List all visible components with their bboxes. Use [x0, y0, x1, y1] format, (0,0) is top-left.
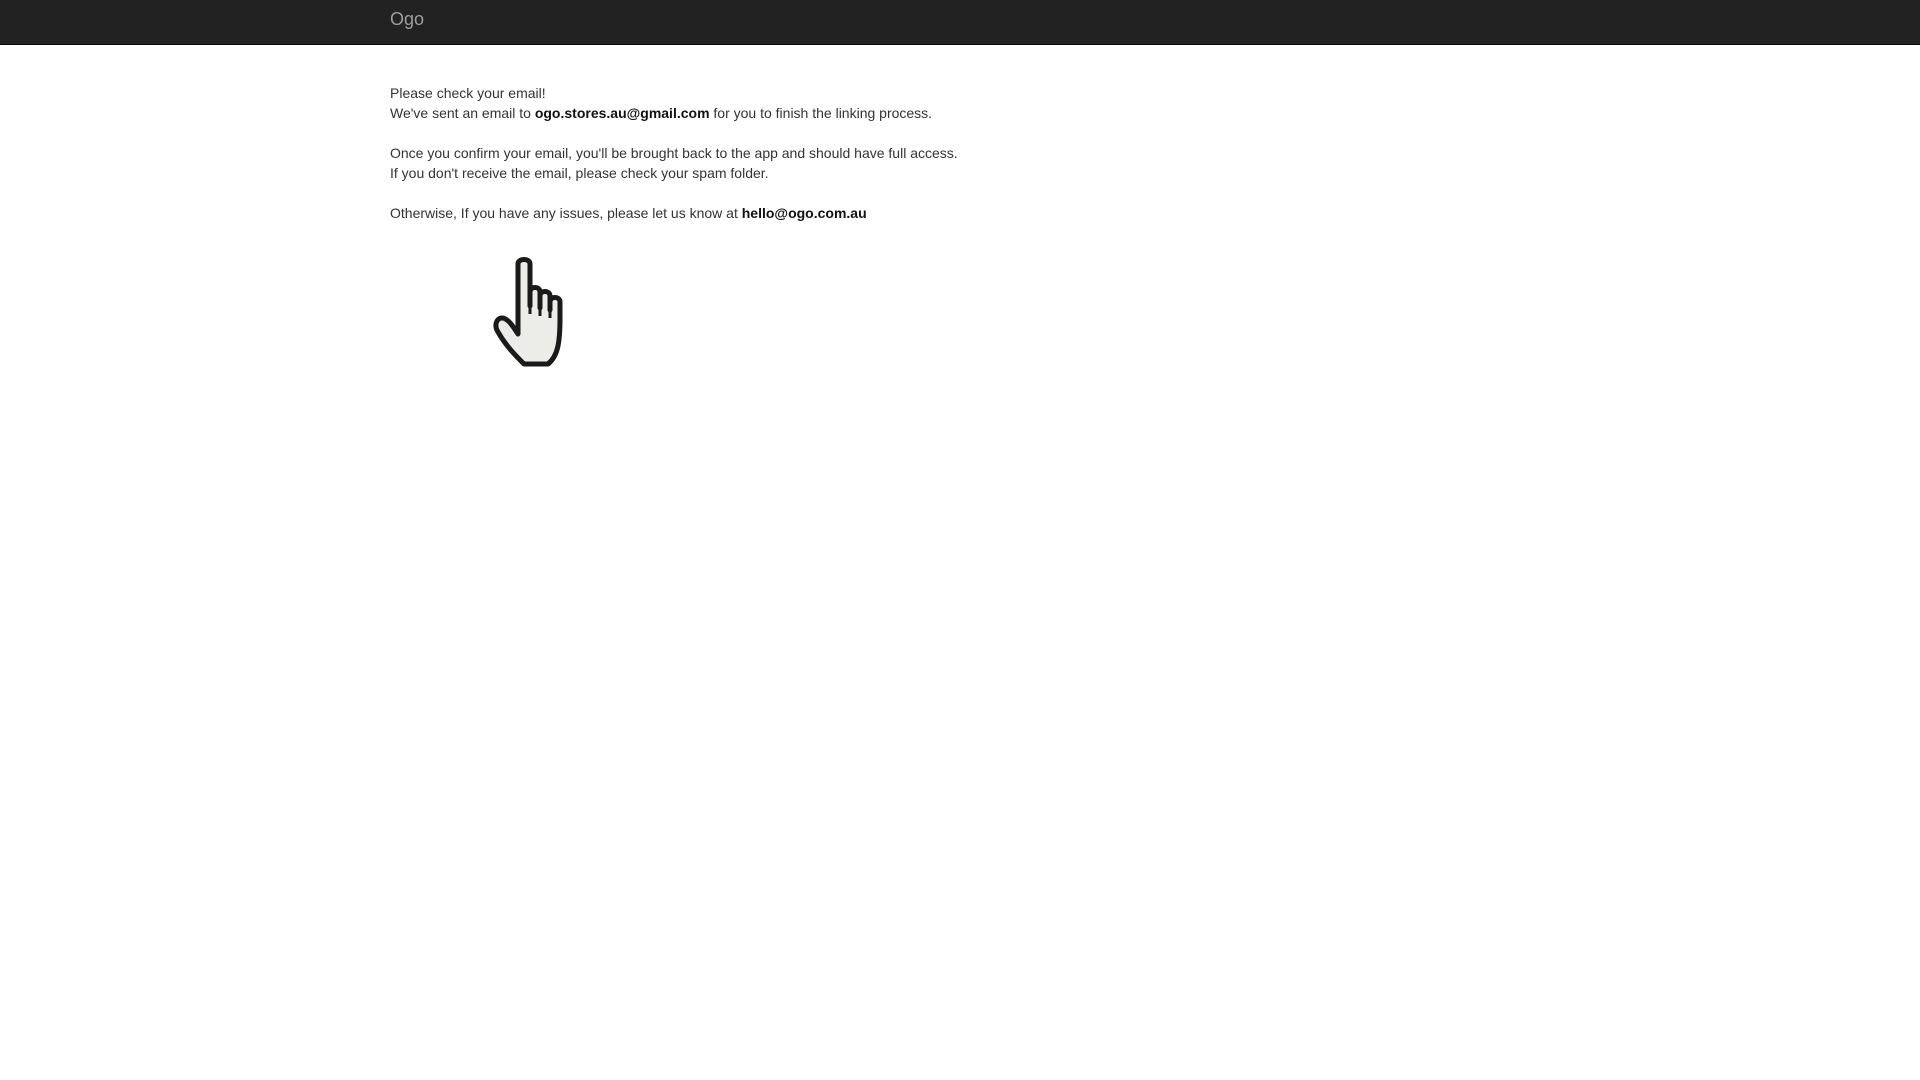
- sent-email-suffix: for you to finish the linking process.: [713, 105, 933, 121]
- check-email-heading: Please check your email!: [390, 85, 546, 101]
- confirmation-message: Please check your email! We've sent an e…: [390, 83, 1290, 243]
- top-navbar: Ogo: [0, 0, 1920, 45]
- hand-pointer-icon: [493, 257, 563, 367]
- message-paragraph-2: Once you confirm your email, you'll be b…: [390, 143, 1290, 183]
- message-paragraph-3: Otherwise, If you have any issues, pleas…: [390, 203, 1290, 223]
- support-prefix-text: Otherwise, If you have any issues, pleas…: [390, 205, 738, 221]
- support-email-address: hello@ogo.com.au: [741, 205, 867, 221]
- spam-folder-text: If you don't receive the email, please c…: [390, 165, 769, 181]
- brand-link[interactable]: Ogo: [390, 0, 424, 45]
- message-paragraph-1: Please check your email! We've sent an e…: [390, 83, 1290, 123]
- confirm-info-text: Once you confirm your email, you'll be b…: [390, 145, 958, 161]
- user-email-address: ogo.stores.au@gmail.com: [534, 105, 710, 121]
- sent-email-prefix: We've sent an email to: [390, 105, 531, 121]
